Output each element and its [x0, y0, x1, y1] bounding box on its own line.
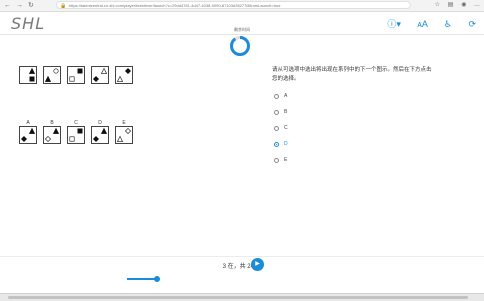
filled-triangle-shape	[44, 75, 52, 82]
radio-button[interactable]	[274, 125, 279, 131]
hollow-square-shape	[69, 76, 75, 82]
answer-option-d[interactable]: D	[274, 136, 434, 152]
hollow-diamond-shape	[124, 127, 132, 135]
answer-option-e[interactable]: E	[274, 152, 434, 168]
timer-arc	[230, 36, 250, 56]
answer-option-c[interactable]: C	[274, 120, 434, 136]
option-e[interactable]: E	[115, 120, 139, 144]
answer-label: D	[284, 141, 288, 147]
accessibility-icon[interactable]: ♿	[444, 19, 452, 29]
more-icon[interactable]: …	[474, 2, 480, 8]
sequence-tile-1	[19, 66, 37, 84]
filled-square-shape	[29, 76, 35, 82]
filled-square-shape	[77, 128, 83, 134]
answer-label: C	[284, 125, 288, 131]
refresh-icon[interactable]: ↻	[28, 1, 34, 10]
hollow-square-shape	[69, 136, 75, 142]
exit-icon[interactable]: ⟳	[468, 19, 476, 29]
option-tile[interactable]	[43, 126, 61, 144]
tile-figure	[28, 67, 36, 82]
option-tile[interactable]	[67, 126, 85, 144]
address-url: https://talentcentral.cn.shl.com/player/…	[69, 3, 281, 8]
answer-list: A B C D E	[274, 88, 434, 168]
scrollbar-thumb[interactable]	[8, 296, 468, 299]
profile-icon[interactable]: ◉	[461, 2, 466, 8]
sequence-row	[19, 66, 139, 84]
tile-figure	[20, 127, 36, 143]
sequence-tile-2	[43, 66, 61, 84]
page-counter: 3 在，共 24	[222, 264, 254, 270]
arrow-right-icon: ▶	[255, 261, 260, 267]
answer-option-b[interactable]: B	[274, 104, 434, 120]
tile-figure	[92, 67, 108, 83]
option-tile[interactable]	[115, 126, 133, 144]
browser-actions: ☆ ▤ ◉ …	[429, 1, 480, 10]
radio-button[interactable]	[274, 93, 279, 99]
sequence-tile-5	[115, 66, 133, 84]
tile-figure	[92, 127, 108, 143]
radio-button[interactable]	[274, 157, 279, 163]
sequence-tile-3	[67, 66, 85, 84]
tile-figure	[44, 127, 60, 143]
filled-triangle-shape	[28, 67, 36, 74]
options-row: ABCDE	[19, 120, 139, 144]
zoom-slider-track[interactable]	[127, 278, 157, 280]
radio-button[interactable]	[274, 141, 279, 147]
tile-figure	[69, 68, 83, 82]
tile-figure	[44, 68, 59, 82]
hollow-triangle-shape	[100, 67, 108, 74]
hollow-triangle-shape	[116, 135, 124, 142]
filled-square-shape	[77, 68, 83, 74]
forward-icon[interactable]: →	[16, 1, 23, 10]
filled-triangle-shape	[52, 127, 60, 134]
favorite-icon[interactable]: ☆	[435, 2, 440, 8]
filled-triangle-shape	[100, 127, 108, 134]
option-tile[interactable]	[19, 126, 37, 144]
shl-logo: SHL	[11, 14, 46, 33]
filled-triangle-shape	[28, 127, 36, 134]
browser-toolbar: ← → ↻ 🔒 https://talentcentral.cn.shl.com…	[0, 0, 484, 12]
filled-diamond-shape	[124, 67, 132, 75]
option-b[interactable]: B	[43, 120, 67, 144]
tile-figure	[69, 128, 83, 142]
tile-figure	[116, 127, 132, 142]
hollow-triangle-shape	[116, 75, 124, 82]
next-button[interactable]: ▶	[251, 258, 264, 271]
hollow-circle-shape	[53, 68, 59, 74]
tile-figure	[116, 67, 132, 82]
filled-diamond-shape	[92, 135, 100, 143]
back-icon[interactable]: ←	[4, 1, 11, 10]
option-d[interactable]: D	[91, 120, 115, 144]
timer-ring	[230, 36, 250, 56]
lock-icon: 🔒	[60, 3, 67, 9]
answer-label: A	[284, 93, 288, 99]
address-bar[interactable]: 🔒 https://talentcentral.cn.shl.com/playe…	[56, 1, 411, 9]
answer-label: E	[284, 157, 288, 163]
text-size-icon[interactable]: ᴀA	[417, 19, 427, 29]
filled-diamond-shape	[92, 75, 100, 83]
filled-diamond-shape	[20, 135, 28, 143]
answer-option-a[interactable]: A	[274, 88, 434, 104]
zoom-slider-thumb[interactable]	[154, 276, 160, 282]
option-c[interactable]: C	[67, 120, 91, 144]
answer-label: B	[284, 109, 288, 115]
time-remaining-label: 剩余时间	[234, 27, 250, 32]
collections-icon[interactable]: ▤	[448, 2, 454, 8]
sequence-tile-4	[91, 66, 109, 84]
question-text: 请从可选项中选出将出现在系列中的下一个图示。然后在下方点击您的选择。	[272, 67, 432, 82]
footer-divider	[0, 256, 484, 257]
option-a[interactable]: A	[19, 120, 43, 144]
radio-button[interactable]	[274, 109, 279, 115]
header-actions: ⓘ▾ ᴀA ♿ ⟳	[373, 17, 476, 30]
option-tile[interactable]	[91, 126, 109, 144]
hollow-diamond-shape	[44, 135, 52, 143]
help-icon[interactable]: ⓘ▾	[387, 19, 401, 29]
